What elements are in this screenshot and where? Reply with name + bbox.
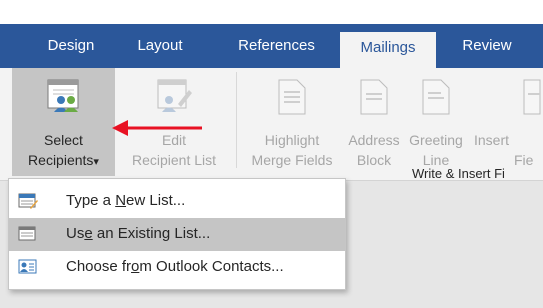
address-block-label-2: Block xyxy=(356,152,392,168)
ribbon-tab-bar: Design Layout References Mailings Review xyxy=(0,24,543,68)
tab-mailings[interactable]: Mailings xyxy=(340,32,436,68)
menu-item-label: Choose from Outlook Contacts... xyxy=(66,258,284,275)
insert-merge-field-button[interactable]: Insert Fie xyxy=(470,68,543,176)
select-recipients-menu: Type a New List... Use an Existing List.… xyxy=(8,178,346,290)
menu-item-label: Type a New List... xyxy=(66,192,186,209)
tab-layout[interactable]: Layout xyxy=(125,24,195,68)
greeting-line-icon xyxy=(422,79,450,115)
new-list-icon xyxy=(18,193,38,209)
highlight-fields-icon xyxy=(278,79,306,115)
edit-list-icon xyxy=(157,79,192,112)
title-strip xyxy=(0,0,543,24)
select-recipients-button[interactable]: Select Recipients▾ xyxy=(12,68,115,176)
ribbon-separator xyxy=(236,72,237,168)
edit-recipient-list-label-2: Recipient List xyxy=(131,152,217,168)
menu-item-label: Use an Existing List... xyxy=(66,225,211,242)
tab-design[interactable]: Design xyxy=(36,24,106,68)
menu-item-outlook-contacts[interactable]: Choose from Outlook Contacts... xyxy=(9,251,345,284)
select-recipients-label-1: Select xyxy=(44,132,83,148)
select-recipients-icon xyxy=(47,79,78,112)
existing-list-icon xyxy=(18,226,36,241)
address-block-label-1: Address xyxy=(348,132,400,148)
highlight-merge-fields-label-1: Highlight xyxy=(264,132,320,148)
address-block-button[interactable]: Address Block xyxy=(346,68,402,176)
tab-review[interactable]: Review xyxy=(452,24,522,68)
highlight-merge-fields-label-2: Merge Fields xyxy=(251,152,333,168)
chevron-down-icon: ▾ xyxy=(93,156,99,168)
red-arrow-annotation xyxy=(112,120,202,136)
menu-item-use-existing-list[interactable]: Use an Existing List... xyxy=(9,218,345,251)
contacts-card-icon xyxy=(18,259,37,274)
greeting-line-button[interactable]: Greeting Line xyxy=(404,68,468,176)
address-block-icon xyxy=(360,79,388,115)
group-label-write-insert: Write & Insert Fi xyxy=(412,166,505,181)
insert-merge-field-label-1: Insert xyxy=(474,132,510,148)
select-recipients-label-2: Recipients xyxy=(28,152,94,168)
greeting-line-label-1: Greeting xyxy=(409,132,463,148)
menu-item-type-new-list[interactable]: Type a New List... xyxy=(9,185,345,218)
ribbon-panel: Select Recipients▾ Edit Recipient List H… xyxy=(0,68,543,181)
tab-references[interactable]: References xyxy=(224,24,329,68)
insert-field-icon xyxy=(523,79,541,115)
highlight-merge-fields-button[interactable]: Highlight Merge Fields xyxy=(240,68,344,176)
